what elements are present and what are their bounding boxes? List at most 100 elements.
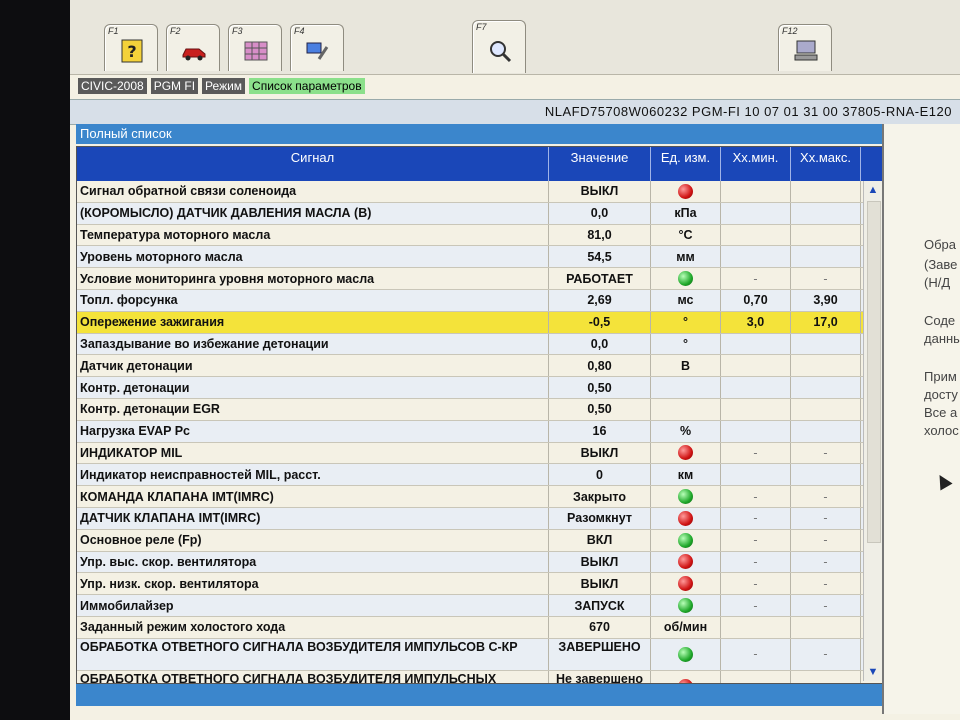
table-row[interactable]: Запаздывание во избежание детонации 0,0 ° bbox=[77, 333, 863, 356]
signal-value: ВКЛ bbox=[549, 529, 651, 551]
signal-value: ВЫКЛ bbox=[549, 573, 651, 595]
table-row[interactable]: Топл. форсунка 2,69 мс 0,70 3,90 bbox=[77, 289, 863, 312]
table-row[interactable]: Заданный режим холостого хода 670 об/мин bbox=[77, 616, 863, 639]
vertical-scrollbar[interactable]: ▲ ▼ bbox=[863, 181, 882, 681]
signal-unit bbox=[651, 442, 721, 464]
status-green-icon bbox=[678, 489, 693, 505]
scrollbar-thumb[interactable] bbox=[867, 201, 881, 543]
idle-min: - bbox=[721, 529, 791, 551]
signal-value: Закрыто bbox=[549, 486, 651, 507]
signal-name: Иммобилайзер bbox=[77, 595, 549, 616]
idle-max: 3,90 bbox=[791, 289, 861, 311]
column-header-min[interactable]: Хх.мин. bbox=[721, 147, 791, 181]
table-row[interactable]: ОБРАБОТКА ОТВЕТНОГО СИГНАЛА ВОЗБУДИТЕЛЯ … bbox=[77, 670, 863, 683]
signal-unit: ° bbox=[651, 311, 721, 333]
idle-max: - bbox=[791, 507, 861, 529]
table-row[interactable]: Опережение зажигания -0,5 ° 3,0 17,0 bbox=[77, 311, 863, 334]
idle-min bbox=[721, 333, 791, 355]
f2-vehicle-button[interactable]: F2 bbox=[166, 24, 220, 71]
signal-value: Разомкнут bbox=[549, 507, 651, 529]
signal-name: ОБРАБОТКА ОТВЕТНОГО СИГНАЛА ВОЗБУДИТЕЛЯ … bbox=[77, 670, 549, 683]
info-panel: Обра (Заве (Н/Д Соде данны Прим досту Все а холо… bbox=[882, 124, 960, 714]
signal-value: 81,0 bbox=[549, 224, 651, 246]
signal-value: ВЫКЛ bbox=[549, 442, 651, 464]
signal-name: Датчик детонации bbox=[77, 355, 549, 377]
column-header-value[interactable]: Значение bbox=[549, 147, 651, 181]
breadcrumb: CIVIC-2008 PGM FI Режим Список параметро… bbox=[78, 78, 365, 94]
signal-unit bbox=[651, 268, 721, 289]
idle-min: - bbox=[721, 268, 791, 289]
table-row[interactable]: Основное реле (Fp) ВКЛ - - bbox=[77, 529, 863, 552]
idle-min: - bbox=[721, 486, 791, 507]
table-row[interactable]: Температура моторного масла 81,0 °C bbox=[77, 224, 863, 247]
signal-unit bbox=[651, 551, 721, 573]
table-row[interactable]: ИНДИКАТОР MIL ВЫКЛ - - bbox=[77, 442, 863, 465]
status-green-icon bbox=[678, 271, 693, 287]
signal-value: ЗАВЕРШЕНО bbox=[549, 638, 651, 670]
f4-tool-button[interactable]: F4 bbox=[290, 24, 344, 71]
idle-max: - bbox=[791, 442, 861, 464]
f1-help-button[interactable]: F1 ? bbox=[104, 24, 158, 71]
signal-name: Заданный режим холостого хода bbox=[77, 616, 549, 638]
status-green-icon bbox=[678, 646, 693, 662]
idle-max bbox=[791, 377, 861, 398]
signal-unit bbox=[651, 638, 721, 670]
idle-min: - bbox=[721, 551, 791, 573]
signal-unit bbox=[651, 377, 721, 398]
table-row[interactable]: ДАТЧИК КЛАПАНА IMT(IMRC) Разомкнут - - bbox=[77, 507, 863, 530]
breadcrumb-mode[interactable]: Режим bbox=[202, 78, 246, 94]
table-row[interactable]: Упр. низк. скор. вентилятора ВЫКЛ - - bbox=[77, 573, 863, 596]
signal-unit bbox=[651, 181, 721, 202]
signal-name: Индикатор неисправностей MIL, расст. bbox=[77, 464, 549, 486]
computer-icon bbox=[794, 40, 818, 61]
table-row[interactable]: (КОРОМЫСЛО) ДАТЧИК ДАВЛЕНИЯ МАСЛА (В) 0,0… bbox=[77, 202, 863, 225]
breadcrumb-model[interactable]: CIVIC-2008 bbox=[78, 78, 147, 94]
f12-computer-button[interactable]: F12 bbox=[778, 24, 832, 71]
table-row[interactable]: Контр. детонации EGR 0,50 bbox=[77, 398, 863, 421]
signal-value: Не завершено bbox=[549, 670, 651, 683]
breadcrumb-system[interactable]: PGM FI bbox=[150, 78, 199, 94]
table-row[interactable]: Упр. выс. скор. вентилятора ВЫКЛ - - bbox=[77, 551, 863, 574]
breadcrumb-parameter-list[interactable]: Список параметров bbox=[249, 78, 365, 94]
table-row[interactable]: Контр. детонации 0,50 bbox=[77, 377, 863, 399]
signal-unit: ° bbox=[651, 333, 721, 355]
table-row[interactable]: Датчик детонации 0,80 В bbox=[77, 355, 863, 378]
table-row[interactable]: Индикатор неисправностей MIL, расст. 0 км bbox=[77, 464, 863, 487]
table-row[interactable]: Иммобилайзер ЗАПУСК - - bbox=[77, 595, 863, 617]
idle-max bbox=[791, 224, 861, 246]
idle-min: - bbox=[721, 638, 791, 670]
table-row[interactable]: Условие мониторинга уровня моторного мас… bbox=[77, 268, 863, 290]
column-header-max[interactable]: Хх.макс. bbox=[791, 147, 861, 181]
signal-name: Упр. выс. скор. вентилятора bbox=[77, 551, 549, 573]
status-green-icon bbox=[678, 598, 693, 614]
signal-value: 0 bbox=[549, 464, 651, 486]
table-row[interactable]: Нагрузка EVAP Pc 16% bbox=[77, 420, 863, 443]
idle-max bbox=[791, 464, 861, 486]
info-text: Все а bbox=[924, 405, 958, 420]
table-row[interactable]: ОБРАБОТКА ОТВЕТНОГО СИГНАЛА ВОЗБУДИТЕЛЯ … bbox=[77, 638, 863, 671]
signal-name: Топл. форсунка bbox=[77, 289, 549, 311]
column-header-signal[interactable]: Сигнал bbox=[77, 147, 549, 181]
grid-icon bbox=[244, 41, 268, 61]
signal-name: Условие мониторинга уровня моторного мас… bbox=[77, 268, 549, 289]
scroll-up-icon[interactable]: ▲ bbox=[866, 183, 880, 197]
signal-value: РАБОТАЕТ bbox=[549, 268, 651, 289]
table-row[interactable]: КОМАНДА КЛАПАНА IMT(IMRC) Закрыто - - bbox=[77, 486, 863, 508]
idle-min bbox=[721, 398, 791, 420]
idle-min: - bbox=[721, 442, 791, 464]
signal-name: ОБРАБОТКА ОТВЕТНОГО СИГНАЛА ВОЗБУДИТЕЛЯ … bbox=[77, 638, 549, 670]
scroll-down-icon[interactable]: ▼ bbox=[866, 665, 880, 679]
signal-name: Нагрузка EVAP Pc bbox=[77, 420, 549, 442]
column-header-unit[interactable]: Ед. изм. bbox=[651, 147, 721, 181]
f7-data-list-button[interactable]: F7 bbox=[472, 20, 526, 73]
status-red-icon bbox=[678, 576, 693, 592]
signal-name: (КОРОМЫСЛО) ДАТЧИК ДАВЛЕНИЯ МАСЛА (В) bbox=[77, 202, 549, 224]
table-row[interactable]: Сигнал обратной связи соленоида ВЫКЛ bbox=[77, 181, 863, 203]
f3-grid-button[interactable]: F3 bbox=[228, 24, 282, 71]
idle-max bbox=[791, 333, 861, 355]
idle-min: - bbox=[721, 573, 791, 595]
idle-max: - bbox=[791, 529, 861, 551]
signal-unit bbox=[651, 486, 721, 507]
table-row[interactable]: Уровень моторного масла 54,5 мм bbox=[77, 246, 863, 269]
signal-name: КОМАНДА КЛАПАНА IMT(IMRC) bbox=[77, 486, 549, 507]
